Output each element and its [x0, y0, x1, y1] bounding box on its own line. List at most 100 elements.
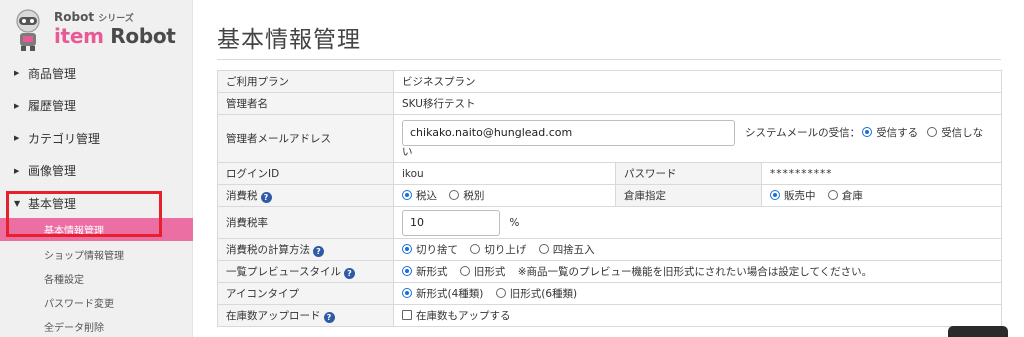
sidebar-item-images[interactable]: ▶ 画像管理 — [0, 155, 193, 188]
tax-incl-option[interactable]: 税込 — [402, 190, 437, 202]
sidebar-item-categories[interactable]: ▶ カテゴリ管理 — [0, 122, 193, 155]
sidebar: Robot シリーズ item Robot ▶ 商品管理 ▶ 履歴管理 ▶ カテ… — [0, 0, 193, 337]
sidebar-subitem-label: 全データ削除 — [44, 323, 104, 334]
table-row: 在庫数アップロード? 在庫数もアップする — [217, 304, 1003, 327]
mail-no-receive-option[interactable]: 受信しな — [927, 125, 983, 140]
icon-type-old-option[interactable]: 旧形式(6種類) — [495, 288, 577, 300]
password-label: パスワード — [615, 162, 762, 185]
table-row: ログインID ikou パスワード ********** — [217, 162, 1003, 185]
sidebar-item-history[interactable]: ▶ 履歴管理 — [0, 90, 193, 123]
tax-options: 税込 税別 — [393, 184, 616, 207]
icon-type-label: アイコンタイプ — [217, 282, 394, 305]
radio-checked-icon[interactable] — [402, 244, 412, 254]
sidebar-subitem-label: パスワード変更 — [44, 299, 114, 310]
main-content: 基本情報管理 ご利用プラン ビジネスプラン 管理者名 SKU移行テスト 管理者メ… — [193, 0, 1024, 337]
triangle-right-icon: ▶ — [14, 69, 20, 78]
mail-receive-option[interactable]: 受信する — [862, 125, 918, 140]
tax-calc-label: 消費税の計算方法? — [217, 238, 394, 261]
radio-checked-icon[interactable] — [402, 288, 412, 298]
sidebar-subitem-label: 各種設定 — [44, 275, 84, 286]
preview-style-options: 新形式 旧形式 ※商品一覧のプレビュー機能を旧形式にされたい場合は設定してくださ… — [392, 260, 1003, 283]
sidebar-item-products[interactable]: ▶ 商品管理 — [0, 57, 193, 90]
help-icon[interactable]: ? — [323, 312, 335, 323]
basic-info-table: ご利用プラン ビジネスプラン 管理者名 SKU移行テスト 管理者メールアドレス … — [217, 70, 1003, 327]
warehouse-sale-option[interactable]: 販売中 — [770, 190, 816, 202]
tax-rate-label: 消費税率 — [217, 206, 394, 239]
checkbox-unchecked-icon[interactable] — [402, 310, 412, 320]
table-row: 一覧プレビュースタイル? 新形式 旧形式 ※商品一覧のプレビュー機能を旧形式にさ… — [217, 260, 1003, 283]
tax-rate-unit: % — [509, 216, 520, 229]
admin-email-cell: chikako.naito@hunglead.com システムメールの受信： 受… — [392, 114, 1003, 163]
warehouse-options: 販売中 倉庫 — [760, 184, 1003, 207]
tax-excl-option[interactable]: 税別 — [449, 190, 484, 202]
tax-calc-round-option[interactable]: 四捨五入 — [538, 244, 595, 256]
table-row: 消費税の計算方法? 切り捨て 切り上げ 四捨五入 — [217, 238, 1003, 261]
radio-unchecked-icon[interactable] — [449, 190, 460, 200]
table-row: ご利用プラン ビジネスプラン — [217, 70, 1003, 93]
tax-calc-ceil-option[interactable]: 切り上げ — [470, 244, 526, 256]
preview-new-option[interactable]: 新形式 — [402, 266, 448, 278]
radio-checked-icon[interactable] — [402, 190, 412, 200]
table-row: 消費税? 税込 税別 倉庫指定 販売中 倉庫 — [217, 184, 1003, 207]
radio-unchecked-icon[interactable] — [459, 266, 470, 276]
sidebar-item-label: カテゴリ管理 — [28, 131, 101, 146]
radio-unchecked-icon[interactable] — [827, 190, 838, 200]
radio-unchecked-icon[interactable] — [927, 127, 938, 137]
triangle-right-icon: ▶ — [14, 166, 20, 175]
radio-checked-icon[interactable] — [402, 266, 412, 276]
login-id-value: ikou — [393, 162, 616, 185]
tax-rate-field[interactable]: 10 — [402, 209, 500, 236]
tax-calc-floor-option[interactable]: 切り捨て — [402, 244, 458, 256]
preview-style-note: ※商品一覧のプレビュー機能を旧形式にされたい場合は設定してください。 — [517, 266, 873, 278]
email-field[interactable]: chikako.naito@hunglead.com — [402, 119, 735, 146]
stock-upload-cell: 在庫数もアップする — [392, 304, 1003, 327]
sidebar-subitem-label: 基本情報管理 — [44, 226, 104, 237]
table-row: 管理者名 SKU移行テスト — [217, 92, 1003, 115]
icon-type-options: 新形式(4種類) 旧形式(6種類) — [392, 282, 1003, 305]
logo[interactable]: Robot シリーズ item Robot — [10, 8, 185, 52]
sidebar-subitem-delete-all[interactable]: 全データ削除 — [0, 315, 193, 337]
radio-checked-icon[interactable] — [862, 127, 873, 137]
password-value: ********** — [760, 162, 1003, 185]
radio-unchecked-icon[interactable] — [538, 244, 549, 254]
admin-email-label: 管理者メールアドレス — [217, 114, 394, 163]
sidebar-nav: ▶ 商品管理 ▶ 履歴管理 ▶ カテゴリ管理 ▶ 画像管理 ▼ 基本管理 — [0, 57, 193, 220]
sidebar-subitem-label: ショップ情報管理 — [44, 251, 124, 262]
stock-upload-label: 在庫数アップロード? — [217, 304, 394, 327]
plan-value: ビジネスプラン — [392, 70, 1003, 93]
sidebar-subitem-settings[interactable]: 各種設定 — [0, 267, 193, 290]
preview-old-option[interactable]: 旧形式 — [459, 266, 505, 278]
radio-unchecked-icon[interactable] — [495, 288, 506, 298]
tax-label: 消費税? — [217, 184, 394, 207]
sidebar-item-basic-settings[interactable]: ▼ 基本管理 — [0, 187, 193, 220]
sidebar-item-label: 画像管理 — [28, 164, 77, 179]
radio-unchecked-icon[interactable] — [470, 244, 481, 254]
triangle-down-icon: ▼ — [14, 198, 21, 208]
logo-series: Robot シリーズ — [54, 10, 134, 24]
table-row: 消費税率 10 % — [217, 206, 1003, 239]
table-row: アイコンタイプ 新形式(4種類) 旧形式(6種類) — [217, 282, 1003, 305]
help-icon[interactable]: ? — [260, 192, 272, 203]
sidebar-subitem-shop-info[interactable]: ショップ情報管理 — [0, 243, 193, 266]
stock-upload-checkbox[interactable]: 在庫数もアップする — [402, 310, 511, 322]
help-icon[interactable]: ? — [313, 246, 324, 257]
triangle-right-icon: ▶ — [14, 134, 20, 143]
sidebar-subitem-password-change[interactable]: パスワード変更 — [0, 291, 193, 314]
sidebar-subitem-basic-info[interactable]: 基本情報管理 — [0, 218, 193, 241]
floating-widget[interactable] — [948, 326, 1008, 337]
title-divider — [217, 59, 1001, 60]
admin-name-value: SKU移行テスト — [392, 92, 1003, 115]
preview-style-label: 一覧プレビュースタイル? — [217, 260, 394, 283]
warehouse-storage-option[interactable]: 倉庫 — [827, 190, 863, 202]
icon-type-new-option[interactable]: 新形式(4種類) — [402, 288, 483, 300]
system-mail-label: システムメールの受信： — [745, 127, 861, 139]
sidebar-item-label: 商品管理 — [28, 66, 77, 81]
page-title: 基本情報管理 — [217, 27, 361, 53]
sidebar-item-label: 基本管理 — [28, 196, 77, 211]
robot-mascot-icon — [16, 9, 40, 51]
wrapped-text: い — [402, 145, 413, 158]
warehouse-label: 倉庫指定 — [615, 184, 762, 207]
radio-checked-icon[interactable] — [770, 190, 780, 200]
help-icon[interactable]: ? — [343, 268, 355, 279]
tax-calc-options: 切り捨て 切り上げ 四捨五入 — [392, 238, 1003, 261]
